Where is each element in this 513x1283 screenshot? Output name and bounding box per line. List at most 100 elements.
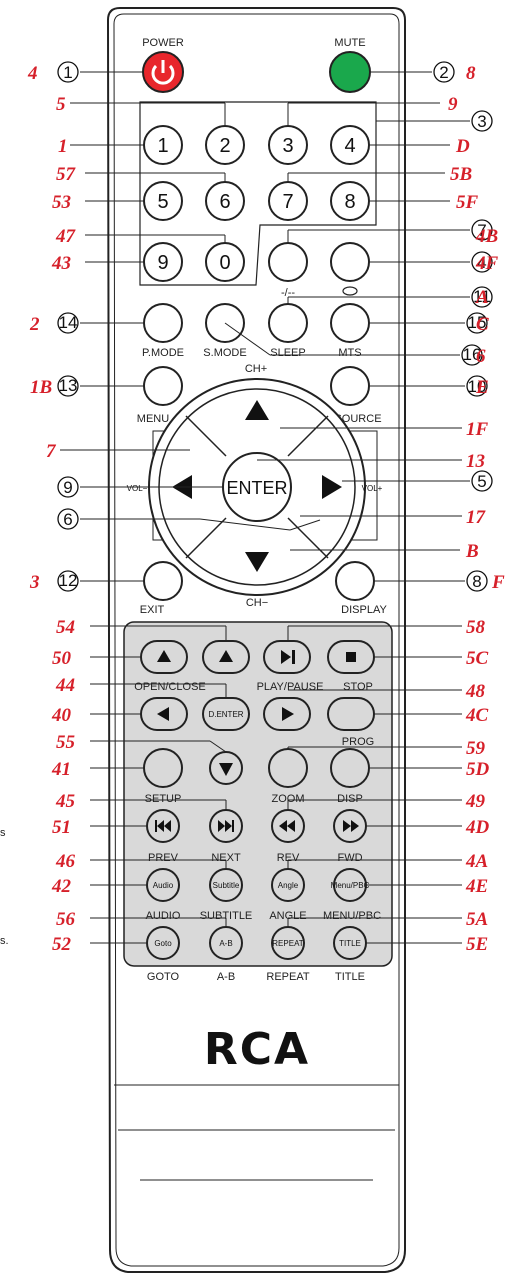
code-46: 46 — [55, 851, 76, 872]
display-label: DISPLAY — [341, 604, 387, 616]
code-c: C — [476, 314, 489, 335]
code-b: B — [465, 541, 479, 562]
fragment-s-dot: s. — [0, 935, 9, 947]
callout-13: 13 — [59, 376, 78, 395]
stop-label: STOP — [343, 681, 373, 693]
setup-label: SETUP — [145, 793, 182, 805]
code-1: 1 — [58, 136, 68, 157]
code-52: 52 — [52, 934, 72, 955]
code-6: 6 — [476, 346, 486, 367]
code-55: 55 — [56, 732, 76, 753]
code-5: 5 — [56, 94, 66, 115]
menu-button[interactable] — [143, 366, 183, 406]
exit-button[interactable] — [143, 561, 183, 601]
denter-label: D.ENTER — [208, 710, 243, 719]
disp-button[interactable] — [330, 748, 370, 788]
subtitle-inner-label: Subtitle — [213, 881, 240, 890]
code-4e: 4E — [465, 876, 488, 897]
code-54: 54 — [56, 617, 75, 638]
prog-label: PROG — [342, 736, 374, 748]
code-3: 3 — [29, 572, 40, 593]
source-button[interactable] — [330, 366, 370, 406]
code-d: D — [455, 136, 470, 157]
code-1b: 1B — [30, 377, 52, 398]
code-7: 7 — [46, 441, 57, 462]
repeat-inner-label: REPEAT — [272, 939, 304, 948]
code-f: F — [491, 572, 505, 593]
volplus-label: VOL+ — [362, 484, 383, 493]
code-5b: 5B — [450, 164, 472, 185]
code-41: 41 — [51, 759, 71, 780]
mts-button[interactable] — [330, 303, 370, 343]
disp-label: DISP — [337, 793, 363, 805]
smode-label: S.MODE — [203, 347, 246, 359]
code-5d: 5D — [466, 759, 490, 780]
code-40: 40 — [51, 705, 72, 726]
code-42: 42 — [51, 876, 72, 897]
num-0-label: 0 — [219, 252, 230, 274]
callout-1: 1 — [63, 63, 72, 82]
stop-icon — [346, 652, 356, 662]
mute-button[interactable] — [329, 51, 371, 93]
code-5a: 5A — [466, 909, 488, 930]
code-a: A — [475, 287, 489, 308]
code-49: 49 — [465, 791, 486, 812]
openclose-label: OPEN/CLOSE — [134, 681, 206, 693]
playpause-label: PLAY/PAUSE — [257, 681, 324, 693]
prog-button[interactable] — [327, 697, 375, 731]
code-4: 4 — [27, 63, 38, 84]
code-59: 59 — [466, 738, 486, 759]
num-7-label: 7 — [282, 191, 293, 213]
recall-button[interactable] — [330, 242, 370, 282]
fwd-label: FWD — [337, 852, 362, 864]
code-5f: 5F — [456, 192, 479, 213]
sleep-button[interactable] — [268, 303, 308, 343]
num-3-label: 3 — [282, 135, 293, 157]
zoom-button[interactable] — [268, 748, 308, 788]
menupbc-label: MENU/PBC — [323, 910, 381, 922]
remote-svg: POWER MUTE 1 2 3 4 5 6 7 8 9 0 -/-- P.MO… — [0, 7, 505, 1273]
code-1f: 1F — [466, 419, 489, 440]
code-4f: 4F — [475, 253, 499, 274]
code-5e: 5E — [466, 934, 488, 955]
code-43: 43 — [51, 253, 71, 274]
code-48: 48 — [465, 681, 486, 702]
recall-icon — [342, 286, 358, 296]
num-6-label: 6 — [219, 191, 230, 213]
code-57: 57 — [56, 164, 77, 185]
callout-12: 12 — [59, 571, 78, 590]
code-4c: 4C — [465, 705, 489, 726]
display-button[interactable] — [335, 561, 375, 601]
angle-inner-label: Angle — [278, 881, 299, 890]
sleep-label: SLEEP — [270, 347, 305, 359]
code-9: 9 — [448, 94, 458, 115]
code-47: 47 — [55, 226, 77, 247]
callout-2: 2 — [439, 63, 448, 82]
code-4b: 4B — [475, 226, 498, 247]
num-9-label: 9 — [157, 252, 168, 274]
code-13: 13 — [466, 451, 485, 472]
pmode-button[interactable] — [143, 303, 183, 343]
num-2-label: 2 — [219, 135, 230, 157]
callout-14: 14 — [59, 313, 78, 332]
num-8-label: 8 — [344, 191, 355, 213]
callout-6: 6 — [63, 510, 72, 529]
goto-inner-label: Goto — [154, 939, 172, 948]
audio-inner-label: Audio — [153, 881, 174, 890]
pmode-label: P.MODE — [142, 347, 184, 359]
fragment-s: s — [0, 827, 6, 839]
repeat-label: REPEAT — [266, 971, 309, 983]
menu-label: MENU — [137, 413, 169, 425]
code-4d: 4D — [465, 817, 490, 838]
exit-label: EXIT — [140, 604, 165, 616]
mute-label: MUTE — [334, 37, 365, 49]
num-1-label: 1 — [157, 135, 168, 157]
enter-label: ENTER — [226, 478, 287, 498]
dash-button[interactable] — [268, 242, 308, 282]
setup-button[interactable] — [143, 748, 183, 788]
goto-label: GOTO — [147, 971, 180, 983]
code-56: 56 — [56, 909, 76, 930]
rca-logo: RCA — [204, 1024, 310, 1075]
menupbc-inner-label: Menu/PBC — [331, 881, 370, 890]
code-5c: 5C — [466, 648, 489, 669]
